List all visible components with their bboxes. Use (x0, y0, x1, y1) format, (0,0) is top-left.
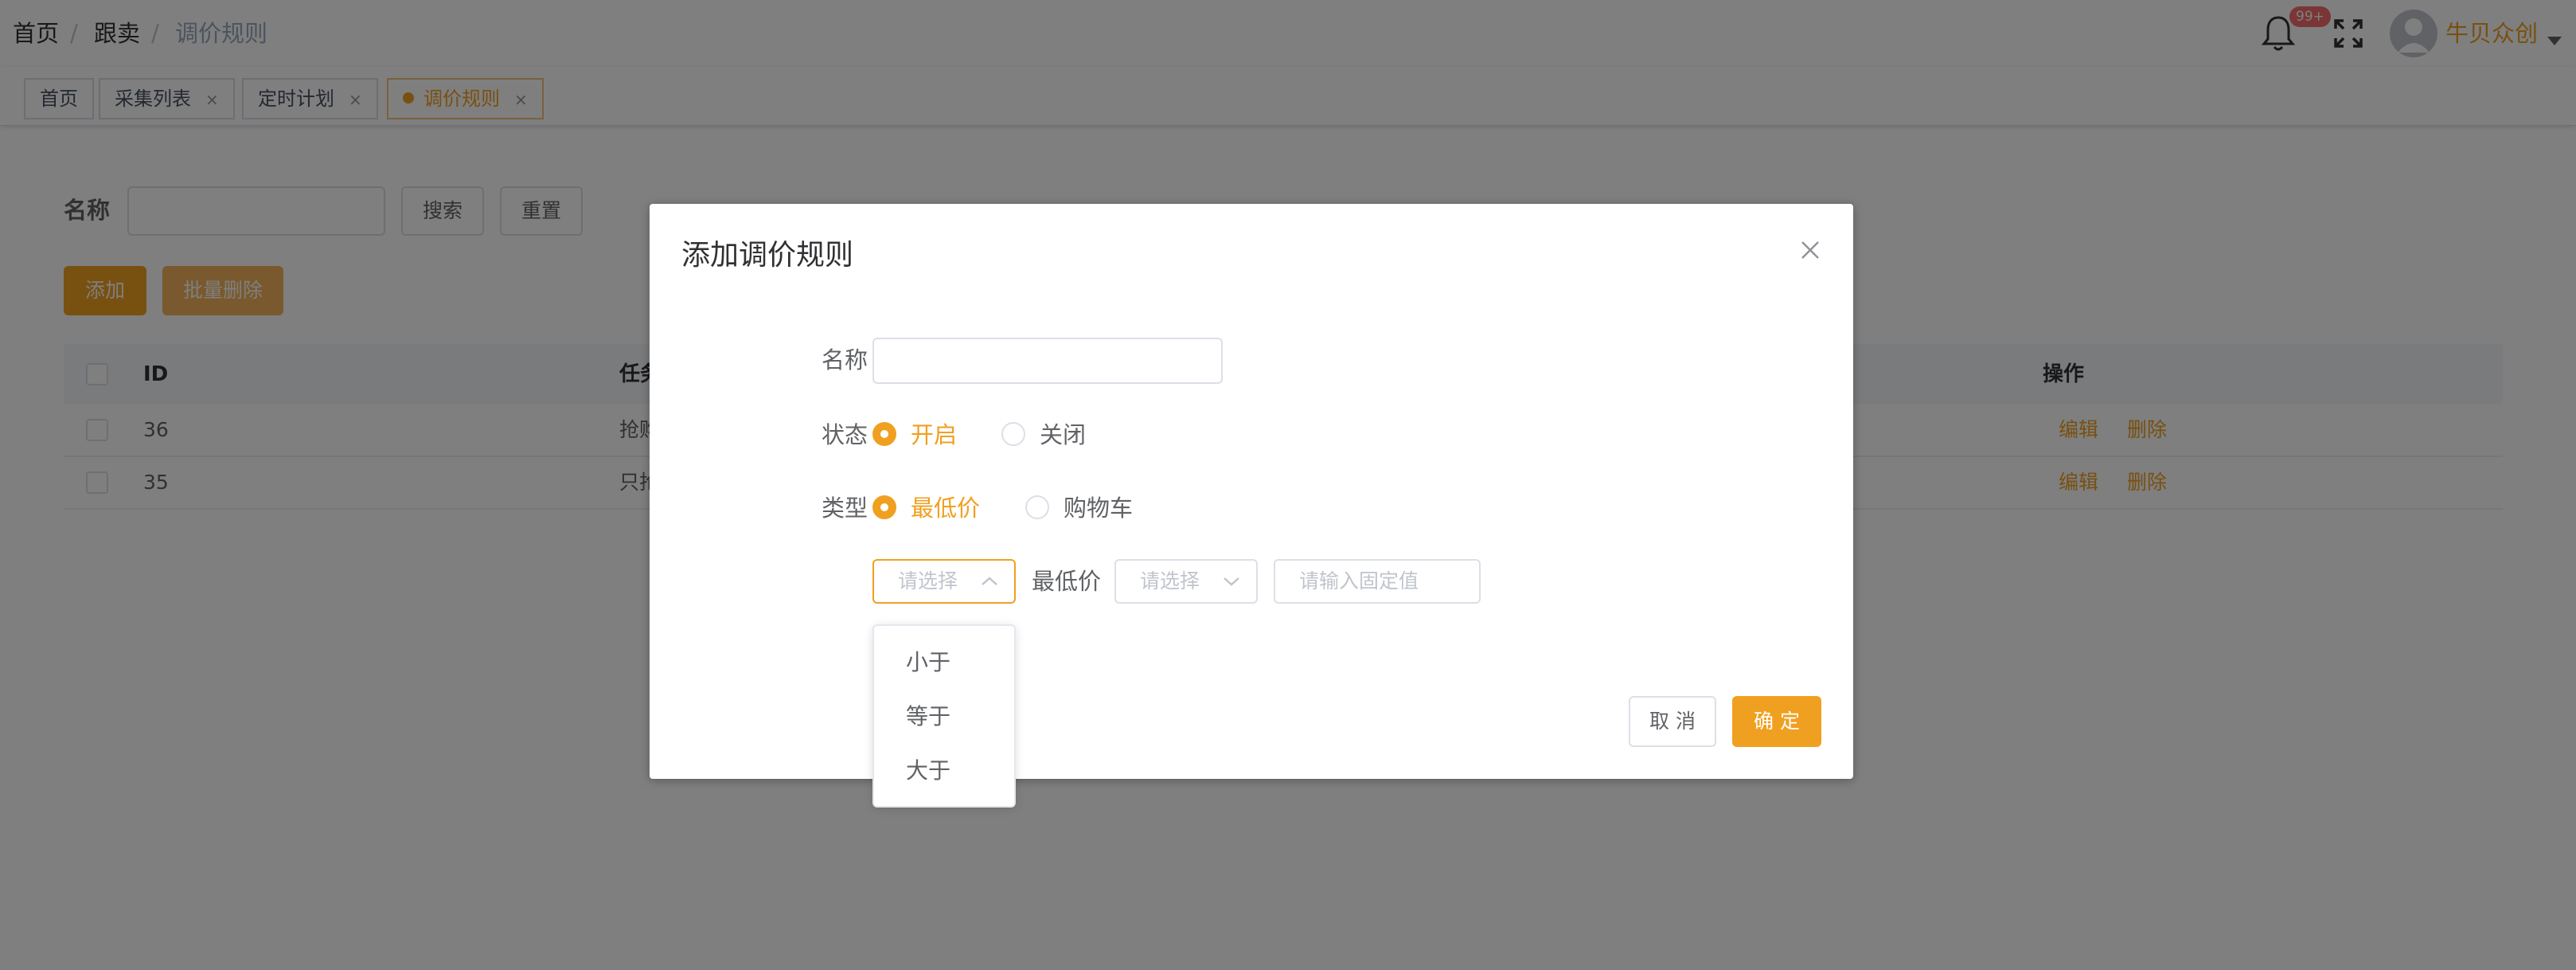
name-input[interactable] (872, 338, 1223, 384)
type-cart-label[interactable]: 购物车 (1064, 492, 1133, 524)
status-off-radio[interactable] (1001, 422, 1025, 446)
status-label: 状态 (821, 421, 868, 448)
dialog-title: 添加调价规则 (681, 239, 854, 272)
compare-select[interactable]: 请选择 (872, 559, 1016, 604)
app-root: 首页 / 跟卖 / 调价规则 99+ 牛贝众创 首页 采集列表× (0, 0, 2576, 970)
cancel-button[interactable]: 取 消 (1629, 696, 1716, 747)
type-label: 类型 (821, 495, 868, 522)
dropdown-arrow (933, 615, 952, 624)
dropdown-option-greater-than[interactable]: 大于 (874, 744, 1014, 798)
lowest-price-label: 最低价 (1032, 568, 1102, 595)
status-on-radio[interactable] (872, 422, 896, 446)
status-off-label[interactable]: 关闭 (1040, 419, 1086, 451)
dropdown-option-less-than[interactable]: 小于 (874, 636, 1014, 690)
type-lowest-price-radio[interactable] (872, 495, 896, 519)
add-price-rule-dialog: 添加调价规则 名称 状态 开启 关闭 类型 最低价 购物车 请选择 最低价 请选… (650, 204, 1853, 779)
name-label: 名称 (821, 346, 868, 374)
chevron-down-icon (1224, 577, 1239, 586)
chevron-up-icon (982, 577, 997, 585)
compare-dropdown: 小于 等于 大于 (872, 624, 1016, 808)
type-cart-radio[interactable] (1025, 495, 1049, 519)
confirm-button[interactable]: 确 定 (1732, 696, 1821, 747)
compare-select-placeholder: 请选择 (898, 569, 958, 593)
price-select-placeholder: 请选择 (1140, 569, 1200, 593)
dropdown-option-equal[interactable]: 等于 (874, 690, 1014, 744)
close-icon[interactable] (1796, 236, 1825, 264)
price-select[interactable]: 请选择 (1114, 559, 1258, 604)
status-on-label[interactable]: 开启 (911, 419, 957, 451)
type-lowest-price-label[interactable]: 最低价 (911, 492, 980, 524)
fixed-value-input[interactable]: 请输入固定值 (1274, 559, 1481, 604)
